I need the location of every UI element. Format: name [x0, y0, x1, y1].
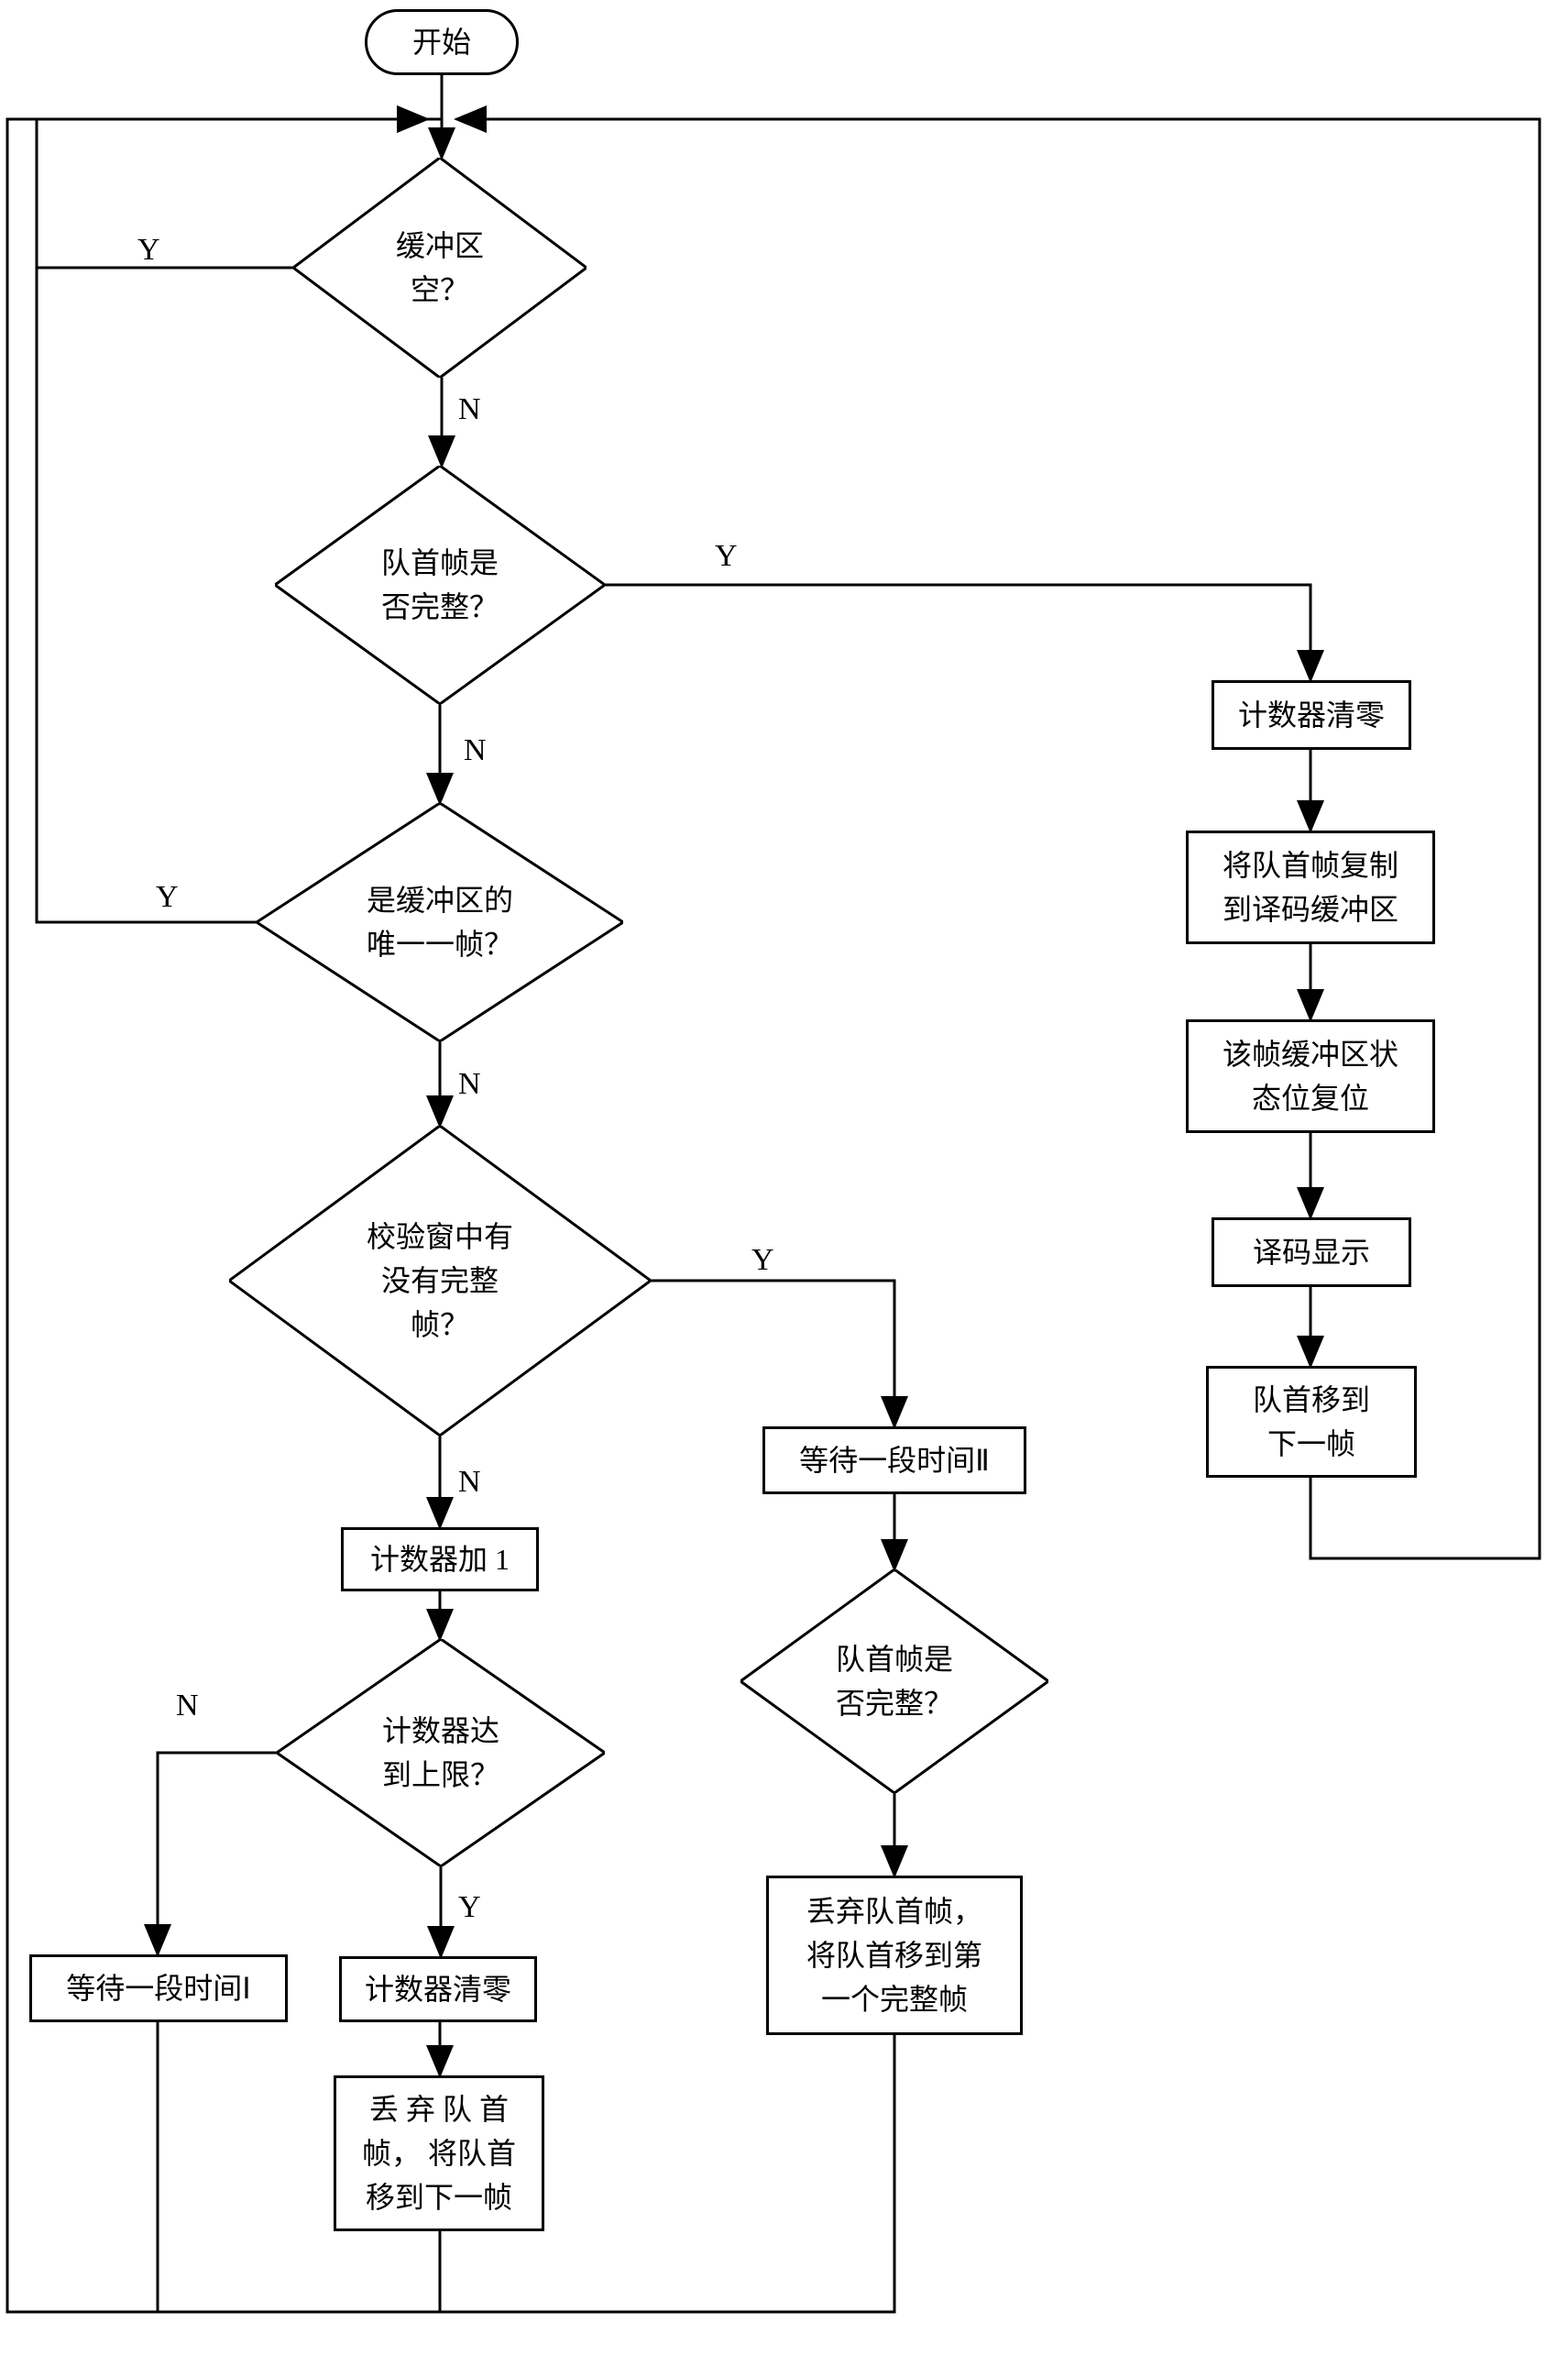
process-clear-2: 计数器清零 [1212, 680, 1411, 750]
label-d2-y: Y [715, 539, 738, 574]
label-d3-n: N [458, 1067, 481, 1102]
decision-only-frame: 是缓冲区的 唯一一帧？ [257, 803, 623, 1041]
process-decode: 译码显示 [1212, 1217, 1411, 1287]
process-counter-inc: 计数器加 1 [341, 1527, 539, 1591]
process-copy: 将队首帧复制 到译码缓冲区 [1186, 831, 1435, 944]
decision-buffer-empty: 缓冲区 空？ [293, 158, 587, 378]
process-clear-1: 计数器清零 [339, 1956, 537, 2022]
label-d4-n: N [458, 1465, 481, 1500]
process-move: 队首移到 下一帧 [1206, 1366, 1417, 1478]
decision-head-complete: 队首帧是 否完整？ [275, 466, 605, 704]
label-d2-n: N [464, 733, 487, 768]
start-node: 开始 [365, 9, 519, 75]
decision-window-complete: 校验窗中有 没有完整 帧？ [229, 1126, 651, 1436]
process-discard-2: 丢弃队首帧， 将队首移到第 一个完整帧 [766, 1876, 1023, 2035]
label-d1-y: Y [137, 233, 160, 268]
process-reset: 该帧缓冲区状 态位复位 [1186, 1019, 1435, 1133]
process-wait-2: 等待一段时间Ⅱ [762, 1426, 1026, 1494]
label-d5-n: N [176, 1689, 199, 1723]
label-d3-y: Y [156, 880, 179, 915]
decision-d6: 队首帧是 否完整？ [740, 1569, 1048, 1793]
label-d1-n: N [458, 392, 481, 427]
label-d5-y: Y [458, 1890, 481, 1925]
decision-counter-max: 计数器达 到上限？ [277, 1639, 605, 1866]
process-discard-1: 丢 弃 队 首 帧， 将队首 移到下一帧 [334, 2075, 544, 2231]
label-d4-y: Y [751, 1243, 774, 1278]
process-wait-1: 等待一段时间Ⅰ [29, 1954, 288, 2022]
